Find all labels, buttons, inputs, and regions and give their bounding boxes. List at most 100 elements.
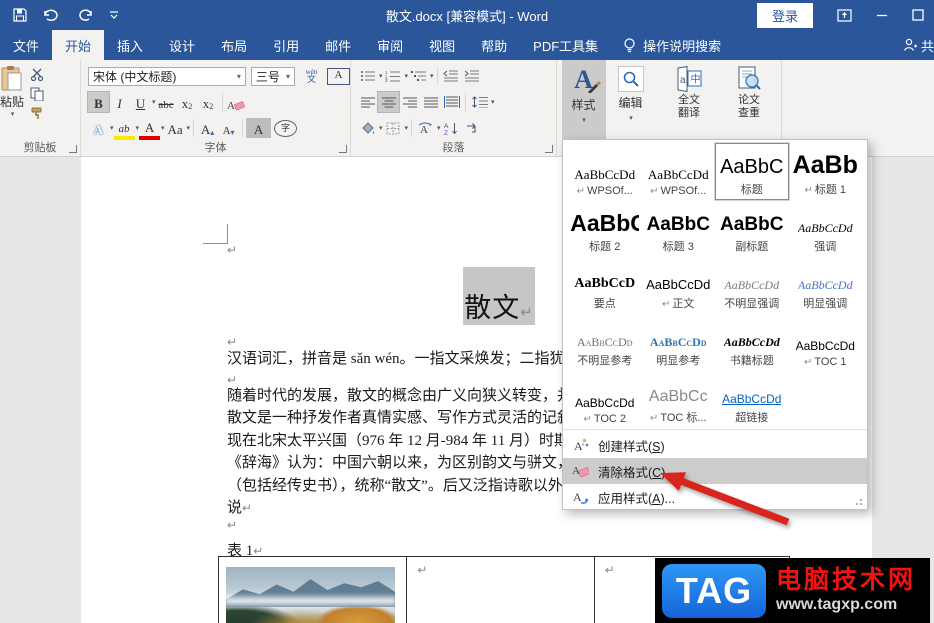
editing-dropdown-icon[interactable]: ▾: [629, 114, 633, 122]
mountain-photo[interactable]: [226, 567, 395, 623]
shading-bucket-icon[interactable]: [357, 118, 378, 138]
align-center-icon[interactable]: [377, 91, 400, 113]
tab-布局[interactable]: 布局: [208, 30, 260, 60]
customize-toolbar-icon[interactable]: [109, 10, 119, 20]
annotation-arrow: [660, 472, 790, 526]
save-icon[interactable]: [13, 8, 27, 22]
italic-button[interactable]: I: [109, 92, 130, 112]
text-highlight-button[interactable]: ab: [113, 116, 135, 140]
style-item-16[interactable]: AaBbCcDd ↵ TOC 1: [789, 314, 863, 371]
align-left-icon[interactable]: [357, 92, 378, 112]
document-title-selected[interactable]: 散文 ↵: [463, 267, 535, 325]
table-cell[interactable]: ↵: [407, 557, 595, 623]
tell-me-search[interactable]: 操作说明搜索: [623, 30, 721, 60]
style-item-7[interactable]: AaBbC 副标题: [715, 200, 789, 257]
sign-in-button[interactable]: 登录: [756, 2, 813, 28]
change-case-button[interactable]: Aa: [165, 118, 186, 138]
character-shading-button[interactable]: A: [246, 118, 272, 138]
style-item-9[interactable]: AaBbCcD 要点: [568, 257, 642, 314]
tab-邮件[interactable]: 邮件: [312, 30, 364, 60]
clipboard-group: 粘贴 ▾ 剪贴板: [0, 60, 81, 156]
menu-item-创建样式[interactable]: A 创建样式(S): [563, 432, 867, 458]
style-item-11[interactable]: AaBbCcDd 不明显强调: [715, 257, 789, 314]
minimize-icon[interactable]: [876, 9, 888, 21]
tab-引用[interactable]: 引用: [260, 30, 312, 60]
font-size-combobox[interactable]: 三号 ▾: [250, 66, 295, 86]
align-right-icon[interactable]: [399, 92, 420, 112]
underline-button[interactable]: U: [130, 92, 151, 112]
style-sample: AaBbC: [720, 215, 784, 235]
style-item-10[interactable]: AaBbCcDd ↵ 正文: [642, 257, 716, 314]
strikethrough-button[interactable]: abc: [156, 92, 177, 112]
tab-插入[interactable]: 插入: [104, 30, 156, 60]
style-item-14[interactable]: AaBbCcDd 明显参考: [642, 314, 716, 371]
font-dialog-launcher-icon[interactable]: [339, 145, 347, 153]
asian-layout-icon[interactable]: A: [415, 118, 436, 138]
paste-dropdown-icon[interactable]: ▾: [11, 110, 15, 118]
ribbon-display-options-icon[interactable]: [837, 8, 852, 22]
share-button[interactable]: 共: [903, 30, 934, 60]
style-item-1[interactable]: AaBbCcDd ↵ WPSOf...: [568, 143, 642, 200]
maximize-icon[interactable]: [912, 9, 924, 21]
multilevel-list-icon[interactable]: [408, 66, 429, 86]
superscript-button[interactable]: x2: [198, 92, 219, 112]
redo-icon[interactable]: [78, 8, 94, 22]
clipboard-dialog-launcher-icon[interactable]: [69, 145, 77, 153]
decrease-indent-icon[interactable]: [441, 66, 462, 86]
tab-文件[interactable]: 文件: [0, 30, 52, 60]
borders-icon[interactable]: [383, 118, 404, 138]
tab-开始[interactable]: 开始: [52, 30, 105, 60]
clear-all-formatting-icon[interactable]: A: [226, 92, 247, 112]
change-case-dropdown-icon[interactable]: ▾: [187, 124, 191, 132]
format-painter-icon[interactable]: [30, 107, 45, 121]
style-item-4[interactable]: AaBb ↵ 标题 1: [789, 143, 863, 200]
justify-icon[interactable]: [420, 92, 441, 112]
ribbon-tabs: 文件 开始 插入 设计 布局 引用 邮件 审阅 视图 帮助 PDF工具集: [0, 30, 611, 60]
tab-审阅[interactable]: 审阅: [364, 30, 416, 60]
shrink-font-button[interactable]: A ▾: [218, 118, 239, 138]
tab-视图[interactable]: 视图: [416, 30, 468, 60]
subscript-button[interactable]: x2: [177, 92, 198, 112]
style-item-17[interactable]: AaBbCcDd ↵ TOC 2: [568, 371, 642, 428]
table-cell-image[interactable]: [219, 557, 408, 623]
numbering-icon[interactable]: 123: [383, 66, 404, 86]
text-effects-button[interactable]: A: [88, 118, 109, 138]
font-name-dropdown-icon[interactable]: ▾: [233, 72, 241, 81]
style-item-3[interactable]: AaBbC 标题: [715, 143, 789, 200]
bullets-icon[interactable]: [357, 66, 378, 86]
copy-icon[interactable]: [30, 87, 45, 101]
style-item-19[interactable]: AaBbCcDd 超链接: [715, 371, 789, 428]
phonetic-guide-button[interactable]: wén 文: [301, 66, 322, 86]
increase-indent-icon[interactable]: [462, 66, 483, 86]
style-item-2[interactable]: AaBbCcDd ↵ WPSOf...: [642, 143, 716, 200]
undo-dropdown-icon[interactable]: ▾: [60, 11, 64, 19]
style-item-6[interactable]: AaBbC 标题 3: [642, 200, 716, 257]
enclose-characters-button[interactable]: 字: [274, 119, 298, 137]
tab-PDF工具集[interactable]: PDF工具集: [520, 30, 611, 60]
paste-button[interactable]: 粘贴 ▾: [0, 60, 24, 121]
style-item-12[interactable]: AaBbCcDd 明显强调: [789, 257, 863, 314]
styles-dropdown-icon[interactable]: ▾: [582, 116, 586, 124]
panel-resize-grip[interactable]: [855, 498, 863, 506]
cut-icon[interactable]: [30, 68, 45, 81]
tab-设计[interactable]: 设计: [156, 30, 208, 60]
style-item-15[interactable]: AaBbCcDd 书籍标题: [715, 314, 789, 371]
character-border-button[interactable]: A: [327, 67, 350, 85]
font-color-button[interactable]: A: [139, 116, 161, 140]
font-size-dropdown-icon[interactable]: ▾: [282, 72, 290, 81]
tab-帮助[interactable]: 帮助: [468, 30, 520, 60]
undo-button[interactable]: ▾: [42, 8, 64, 22]
sort-icon[interactable]: AZ: [441, 118, 462, 138]
style-item-5[interactable]: AaBbC 标题 2: [568, 200, 642, 257]
line-spacing-icon[interactable]: [469, 92, 490, 112]
bold-button[interactable]: B: [87, 91, 110, 113]
font-name-combobox[interactable]: 宋体 (中文标题) ▾: [88, 66, 246, 86]
show-hide-marks-icon[interactable]: [462, 118, 483, 138]
distribute-icon[interactable]: [441, 92, 462, 112]
style-item-8[interactable]: AaBbCcDd 强调: [789, 200, 863, 257]
svg-text:A: A: [573, 490, 582, 504]
style-item-13[interactable]: AaBbCcDd 不明显参考: [568, 314, 642, 371]
style-item-18[interactable]: AaBbCc ↵ TOC 标...: [642, 371, 716, 428]
paragraph-dialog-launcher-icon[interactable]: [545, 145, 553, 153]
grow-font-button[interactable]: A ▴: [197, 118, 218, 138]
